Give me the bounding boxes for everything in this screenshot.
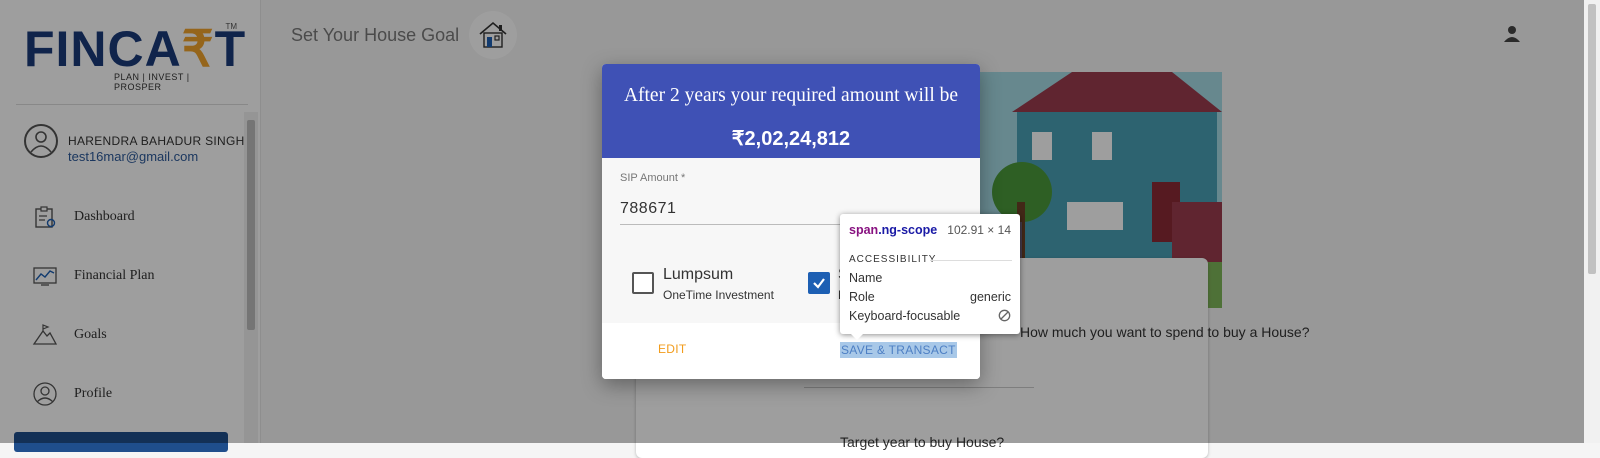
tooltip-row-name: Name (849, 271, 883, 285)
not-focusable-icon (998, 309, 1011, 325)
tooltip-size: 102.91 × 14 (947, 223, 1011, 237)
tooltip-row-focusable: Keyboard-focusable (849, 309, 1011, 325)
sip-amount-label: SIP Amount * (620, 172, 686, 184)
lumpsum-checkbox[interactable] (632, 272, 654, 294)
dialog-title: After 2 years your required amount will … (623, 85, 959, 106)
sip-checkbox[interactable] (808, 272, 830, 294)
tooltip-arrow (850, 333, 864, 340)
devtools-inspect-tooltip: span.ng-scope 102.91 × 14 ACCESSIBILITY … (840, 214, 1020, 334)
lumpsum-label: Lumpsum (663, 266, 734, 283)
lumpsum-sublabel: OneTime Investment (663, 288, 774, 302)
edit-button[interactable]: EDIT (658, 342, 687, 356)
sip-amount-underline (620, 224, 860, 225)
sip-amount-input[interactable]: 788671 (620, 200, 676, 218)
tooltip-row-role: Role generic (849, 290, 1011, 304)
dialog-header: After 2 years your required amount will … (602, 64, 980, 158)
tooltip-section-title: ACCESSIBILITY (849, 254, 937, 265)
required-amount: ₹2,02,24,812 (731, 128, 851, 150)
save-and-transact-button[interactable]: SAVE & TRANSACT (840, 342, 957, 358)
tooltip-selector: span.ng-scope (849, 223, 938, 237)
tooltip-section-divider (930, 260, 1012, 261)
check-icon (813, 278, 825, 289)
page-scrollbar[interactable] (1584, 0, 1600, 443)
page-scrollbar-thumb[interactable] (1588, 4, 1596, 274)
